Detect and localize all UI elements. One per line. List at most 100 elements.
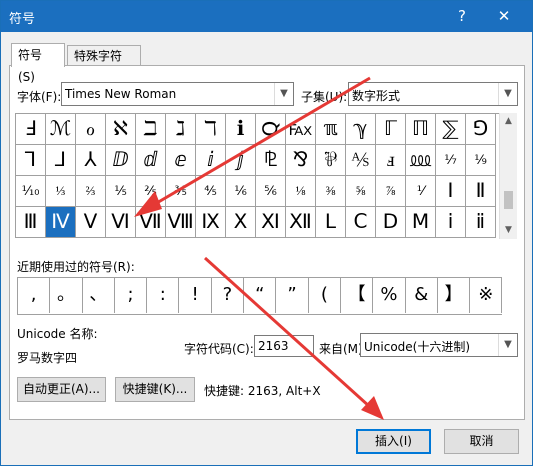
recent-symbol-cell[interactable]: & (405, 278, 438, 313)
chevron-down-icon[interactable]: ▼ (274, 83, 293, 105)
symbol-cell[interactable]: Ⅽ (346, 207, 376, 238)
symbol-cell[interactable]: ℵ (106, 114, 136, 145)
symbol-cell[interactable]: Ⅹ (226, 207, 256, 238)
symbol-cell[interactable]: ℾ (376, 114, 406, 145)
symbol-cell[interactable]: Ⅸ (196, 207, 226, 238)
recent-symbol-cell[interactable]: 【 (341, 278, 374, 313)
symbol-cell[interactable]: Ⅳ (46, 207, 76, 238)
recent-symbol-cell[interactable]: ! (179, 278, 212, 313)
symbol-cell[interactable]: Ⅻ (286, 207, 316, 238)
close-icon[interactable]: ✕ (489, 5, 519, 27)
recent-symbol-cell[interactable]: ; (114, 278, 148, 313)
recent-symbol-cell[interactable]: 、 (82, 278, 115, 313)
symbol-cell[interactable]: Ⅲ (16, 207, 46, 238)
symbol-cell[interactable]: ℶ (136, 114, 166, 145)
symbol-cell[interactable]: ⅞ (376, 176, 406, 207)
symbol-cell[interactable]: ℿ (406, 114, 436, 145)
symbol-cell[interactable]: ⅍ (346, 145, 376, 176)
symbol-cell[interactable]: Ⅎ (16, 114, 46, 145)
symbol-cell[interactable]: ⅄ (76, 145, 106, 176)
symbol-cell[interactable]: ⅉ (226, 145, 256, 176)
symbol-cell[interactable]: ⅕ (106, 176, 136, 207)
char-code-input[interactable]: 2163 (254, 335, 314, 357)
symbol-cell[interactable]: ⅚ (256, 176, 286, 207)
recent-symbol-cell[interactable]: : (147, 278, 180, 313)
cancel-button[interactable]: 取消 (444, 429, 519, 454)
title-bar[interactable]: 符号 ? ✕ (1, 1, 532, 32)
insert-button[interactable]: 插入(I) (356, 429, 431, 454)
autocorrect-button[interactable]: 自动更正(A)... (17, 377, 106, 402)
chevron-down-icon[interactable]: ▼ (498, 334, 517, 356)
tab-symbols[interactable]: 符号(S) (11, 43, 65, 84)
scroll-up-icon[interactable]: ▲ (500, 113, 517, 130)
symbol-cell[interactable]: ⅇ (166, 145, 196, 176)
symbol-cell[interactable]: Ⅴ (76, 207, 106, 238)
recent-symbol-cell[interactable]: ( (308, 278, 341, 313)
symbol-cell[interactable]: ⅗ (166, 176, 196, 207)
symbol-cell[interactable]: ⅝ (346, 176, 376, 207)
symbol-cell[interactable]: ℹ (226, 114, 256, 145)
symbol-cell[interactable]: ⅂ (16, 145, 46, 176)
symbol-cell[interactable]: ⅃ (46, 145, 76, 176)
symbol-cell[interactable]: ⅱ (466, 207, 496, 238)
recent-symbol-cell[interactable]: “ (244, 278, 277, 313)
help-icon[interactable]: ? (449, 5, 475, 27)
subset-select[interactable]: 数字形式 ▼ (348, 82, 518, 106)
chevron-down-icon[interactable]: ▼ (498, 83, 517, 105)
recent-symbol-cell[interactable]: , (18, 278, 51, 313)
symbol-cell[interactable]: ⅒ (16, 176, 46, 207)
recent-symbol-cell[interactable]: 】 (437, 278, 471, 313)
symbol-cell[interactable]: Ⅵ (106, 207, 136, 238)
symbol-cell[interactable]: ⅖ (136, 176, 166, 207)
symbol-cell[interactable]: ⅈ (196, 145, 226, 176)
symbol-cell[interactable]: ⅀ (436, 114, 466, 145)
recent-symbol-cell[interactable]: ※ (470, 278, 503, 313)
symbol-cell[interactable]: Ⅺ (256, 207, 286, 238)
symbol-cell[interactable]: ⅓ (46, 176, 76, 207)
symbol-cell[interactable]: ⅙ (226, 176, 256, 207)
symbol-cell[interactable]: ℳ (46, 114, 76, 145)
symbol-cell[interactable]: ⅑ (466, 145, 496, 176)
grid-scrollbar[interactable]: ▲ ▼ (499, 113, 517, 239)
symbol-grid: Ⅎ ℳℴ ℵ ℶ ℷ ℸ ℹ ℺ ℻ ℼ ℽ ℾ ℿ ⅀ ⅁ ⅂ ⅃ ⅄ ⅅⅆ ⅇ ⅈ ⅉ ⅊ ⅋ ⅌ ⅍ ⅎ ⅏ ⅐ ⅑ ⅒ ⅓ ⅔ ⅕ ⅖ ⅗ ⅘ ⅙… (15, 113, 500, 238)
recent-symbol-cell[interactable]: 。 (50, 278, 83, 313)
symbol-cell[interactable]: ⅏ (406, 145, 436, 176)
symbol-cell[interactable]: ⅔ (76, 176, 106, 207)
symbol-cell[interactable]: ⅁ (466, 114, 496, 145)
recent-symbol-cell[interactable]: ” (276, 278, 309, 313)
symbol-cell[interactable]: Ⅿ (406, 207, 436, 238)
symbol-cell[interactable]: ℷ (166, 114, 196, 145)
recent-symbol-cell[interactable]: ? (211, 278, 245, 313)
symbol-cell[interactable]: Ⅰ (436, 176, 466, 207)
symbol-cell[interactable]: Ⅱ (466, 176, 496, 207)
symbol-cell[interactable]: Ⅾ (376, 207, 406, 238)
symbol-cell[interactable]: ℴ (76, 114, 106, 145)
symbol-cell[interactable]: ℸ (196, 114, 226, 145)
symbol-cell[interactable]: ⅎ (376, 145, 406, 176)
recent-symbol-cell[interactable]: % (373, 278, 406, 313)
from-select[interactable]: Unicode(十六进制) ▼ (360, 333, 518, 357)
symbol-cell[interactable]: ⅛ (286, 176, 316, 207)
symbol-cell[interactable]: ⅟ (406, 176, 436, 207)
scroll-down-icon[interactable]: ▼ (500, 222, 517, 239)
symbol-cell[interactable]: ⅋ (286, 145, 316, 176)
symbol-cell[interactable]: ⅐ (436, 145, 466, 176)
symbol-cell[interactable]: ⅌ (316, 145, 346, 176)
symbol-cell[interactable]: Ⅶ (136, 207, 166, 238)
symbol-cell[interactable]: ⅆ (136, 145, 166, 176)
symbol-cell[interactable]: ⅊ (256, 145, 286, 176)
tab-special-characters[interactable]: 特殊字符(P) (67, 45, 141, 83)
symbol-cell[interactable]: ⅅ (106, 145, 136, 176)
shortcut-key-button[interactable]: 快捷键(K)... (115, 377, 195, 402)
symbol-cell[interactable]: ⅰ (436, 207, 466, 238)
symbol-cell[interactable]: ℼ (316, 114, 346, 145)
symbol-cell[interactable]: ℽ (346, 114, 376, 145)
symbol-cell[interactable]: ℺ (256, 114, 286, 145)
symbol-cell[interactable]: ⅜ (316, 176, 346, 207)
symbol-cell[interactable]: Ⅷ (166, 207, 196, 238)
symbol-cell[interactable]: ⅘ (196, 176, 226, 207)
scroll-thumb[interactable] (504, 191, 513, 209)
font-select[interactable]: Times New Roman ▼ (61, 82, 294, 106)
symbol-cell[interactable]: ℻ (286, 114, 316, 145)
symbol-cell[interactable]: Ⅼ (316, 207, 346, 238)
